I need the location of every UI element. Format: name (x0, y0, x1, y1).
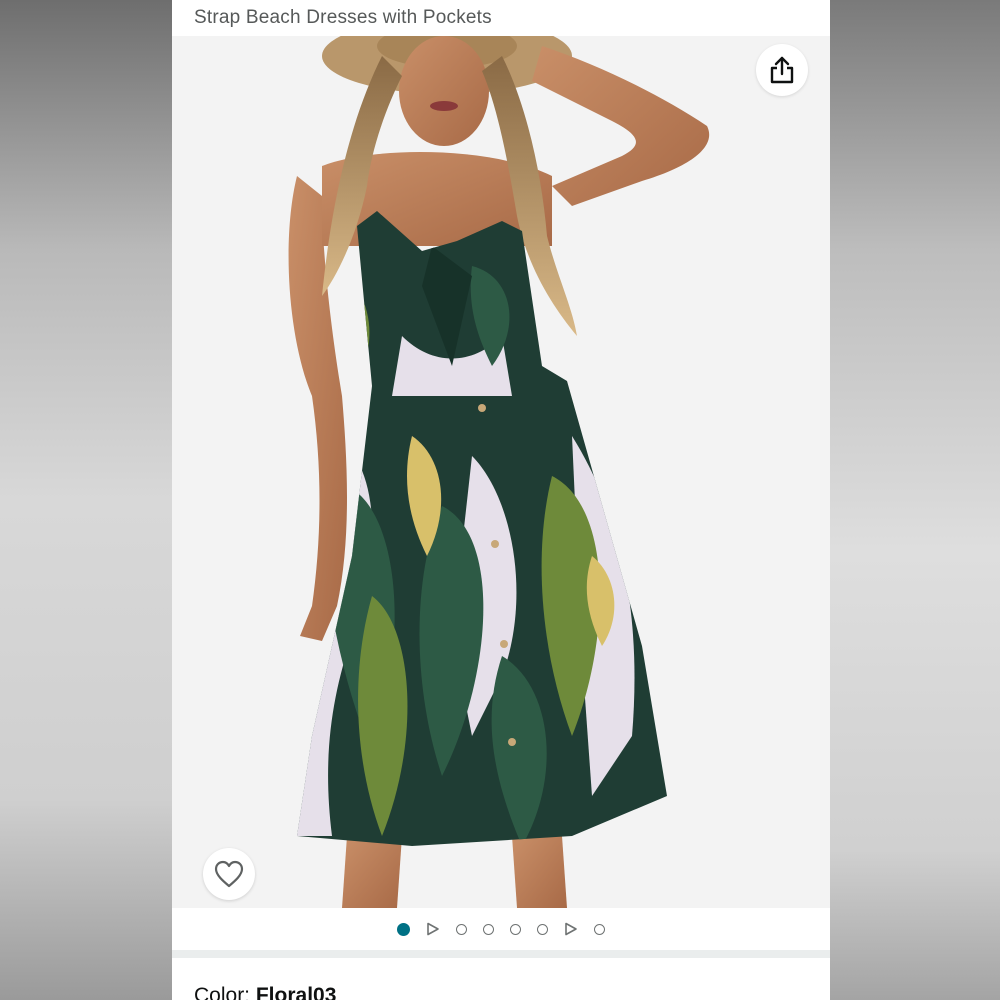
background-blur-left (0, 0, 172, 1000)
carousel-video-2[interactable] (564, 922, 578, 936)
product-title: Strap Beach Dresses with Pockets (194, 7, 492, 28)
heart-icon (214, 860, 244, 888)
product-photo (288, 36, 710, 908)
carousel-dot-8[interactable] (594, 923, 605, 935)
section-divider (172, 950, 830, 958)
background-blur-right (830, 0, 1000, 1000)
share-button[interactable] (756, 44, 808, 96)
color-label: Color: (194, 984, 256, 1000)
carousel-video-1[interactable] (426, 922, 440, 936)
color-value: Floral03 (255, 984, 337, 1000)
color-selector: Color: Floral03 (194, 984, 336, 1000)
image-carousel-indicator (172, 908, 830, 950)
share-icon (770, 56, 794, 84)
product-title-bar: Strap Beach Dresses with Pockets (172, 0, 830, 36)
play-icon (427, 922, 439, 936)
carousel-dot-6[interactable] (537, 923, 548, 935)
product-page: Strap Beach Dresses with Pockets Color: … (172, 0, 830, 1000)
wishlist-button[interactable] (203, 848, 255, 900)
product-image[interactable] (172, 36, 830, 908)
carousel-dot-4[interactable] (483, 923, 494, 935)
play-icon (565, 922, 577, 936)
carousel-dot-3[interactable] (456, 923, 467, 935)
carousel-dot-5[interactable] (510, 923, 521, 935)
carousel-dot-1[interactable] (397, 922, 410, 936)
